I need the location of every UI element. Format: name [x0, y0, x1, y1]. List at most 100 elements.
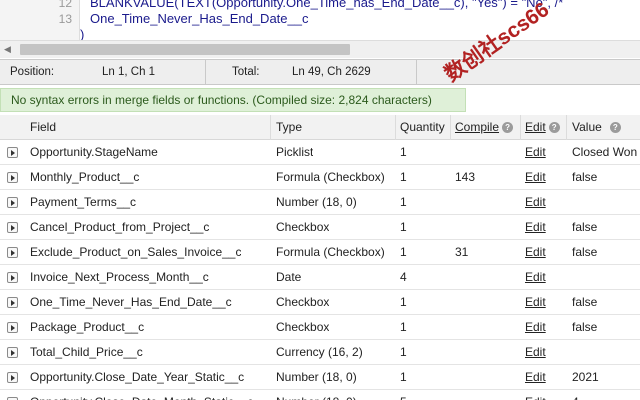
total-value: Ln 49, Ch 2629: [292, 66, 371, 78]
field-name-cell: Opportunity.StageName: [30, 145, 158, 159]
compile-size-cell: 31: [455, 245, 469, 259]
header-compile-label[interactable]: Compile: [455, 120, 499, 134]
compile-size-cell: 143: [455, 170, 476, 184]
position-value: Ln 1, Ch 1: [102, 66, 156, 78]
field-name-cell: Invoice_Next_Process_Month__c: [30, 270, 209, 284]
header-separator: [450, 115, 451, 140]
edit-link[interactable]: Edit: [525, 265, 546, 290]
table-row: One_Time_Never_Has_End_Date__c Checkbox 1 E…: [0, 290, 640, 315]
header-field[interactable]: Field: [30, 115, 56, 140]
field-type-cell: Formula (Checkbox): [276, 170, 385, 184]
header-value-label: Value: [572, 120, 602, 134]
field-name-cell: Total_Child_Price__c: [30, 345, 143, 359]
value-cell[interactable]: false: [572, 240, 597, 265]
header-separator: [395, 115, 396, 140]
edit-link[interactable]: Edit: [525, 215, 546, 240]
field-type-cell: Checkbox: [276, 220, 330, 234]
field-type-cell: Checkbox: [276, 295, 330, 309]
expand-row-icon[interactable]: [7, 372, 18, 383]
value-cell[interactable]: false: [572, 215, 597, 240]
header-separator: [520, 115, 521, 140]
quantity-cell: 4: [400, 270, 407, 284]
position-label: Position:: [10, 66, 55, 78]
table-row: Opportunity.Close_Date_Month_Static__c Nu…: [0, 390, 640, 400]
field-type-cell: Number (18, 0): [276, 370, 357, 384]
field-type-cell: Picklist: [276, 145, 314, 159]
header-edit[interactable]: Edit?: [525, 115, 560, 140]
value-cell[interactable]: false: [572, 165, 597, 190]
quantity-cell: 1: [400, 220, 407, 234]
header-type[interactable]: Type: [276, 115, 302, 140]
field-type-cell: Checkbox: [276, 320, 330, 334]
total-label: Total:: [232, 66, 260, 78]
edit-link[interactable]: Edit: [525, 390, 546, 400]
expand-row-icon[interactable]: [7, 172, 18, 183]
expand-row-icon[interactable]: [7, 197, 18, 208]
code-text[interactable]: One_Time_Never_Has_End_Date__c: [90, 12, 308, 26]
field-name-cell: Package_Product__c: [30, 320, 145, 334]
help-icon[interactable]: ?: [502, 122, 514, 133]
edit-link[interactable]: Edit: [525, 190, 546, 215]
table-body: Opportunity.StageName Picklist 1 Edit Closed…: [0, 140, 640, 400]
edit-link[interactable]: Edit: [525, 365, 546, 390]
quantity-cell: 1: [400, 145, 407, 159]
syntax-check-message: No syntax errors in merge fields or func…: [0, 88, 466, 112]
value-cell[interactable]: false: [572, 315, 597, 340]
header-separator: [566, 115, 567, 140]
value-cell[interactable]: false: [572, 290, 597, 315]
quantity-cell: 1: [400, 320, 407, 334]
edit-link[interactable]: Edit: [525, 315, 546, 340]
table-row: Total_Child_Price__c Currency (16, 2) 1 Edi…: [0, 340, 640, 365]
table-row: Package_Product__c Checkbox 1 Edit false: [0, 315, 640, 340]
table-row: Monthly_Product__c Formula (Checkbox) 1 143…: [0, 165, 640, 190]
table-row: Cancel_Product_from_Project__c Checkbox 1 E…: [0, 215, 640, 240]
field-name-cell: Exclude_Product_on_Sales_Invoice__c: [30, 245, 242, 259]
value-cell[interactable]: 2021: [572, 365, 599, 390]
scrollbar-thumb[interactable]: [20, 44, 350, 55]
table-row: Exclude_Product_on_Sales_Invoice__c Formu…: [0, 240, 640, 265]
editor-status-bar: Position: Ln 1, Ch 1 Total: Ln 49, Ch 26…: [0, 59, 640, 85]
table-header-row: Field Type Quantity Compile? Edit? Value…: [0, 115, 640, 140]
quantity-cell: 1: [400, 195, 407, 209]
quantity-cell: 5: [400, 390, 407, 400]
expand-row-icon[interactable]: [7, 347, 18, 358]
header-compile[interactable]: Compile?: [455, 115, 514, 140]
line-number: 12: [58, 0, 72, 10]
status-divider: [205, 60, 206, 84]
merge-fields-table: Field Type Quantity Compile? Edit? Value…: [0, 115, 640, 400]
value-cell[interactable]: Closed Won: [572, 140, 637, 165]
edit-link[interactable]: Edit: [525, 240, 546, 265]
edit-link[interactable]: Edit: [525, 290, 546, 315]
code-text[interactable]: ): [80, 28, 84, 41]
scroll-left-arrow-icon[interactable]: ◀: [4, 44, 11, 55]
code-text[interactable]: BLANKVALUE(TEXT(Opportunity.One_Time_has…: [90, 0, 563, 10]
expand-row-icon[interactable]: [7, 272, 18, 283]
quantity-cell: 1: [400, 295, 407, 309]
edit-link[interactable]: Edit: [525, 340, 546, 365]
field-type-cell: Currency (16, 2): [276, 345, 363, 359]
expand-row-icon[interactable]: [7, 322, 18, 333]
help-icon[interactable]: ?: [548, 122, 560, 133]
help-icon[interactable]: ?: [609, 122, 621, 133]
edit-link[interactable]: Edit: [525, 140, 546, 165]
expand-row-icon[interactable]: [7, 297, 18, 308]
status-divider: [416, 60, 417, 84]
quantity-cell: 1: [400, 370, 407, 384]
horizontal-scrollbar[interactable]: ◀: [0, 40, 640, 58]
expand-row-icon[interactable]: [7, 147, 18, 158]
header-value: Value?: [572, 115, 621, 140]
field-type-cell: Number (18, 0): [276, 195, 357, 209]
field-name-cell: Opportunity.Close_Date_Year_Static__c: [30, 370, 245, 384]
field-type-cell: Number (18, 0): [276, 390, 357, 400]
edit-link[interactable]: Edit: [525, 165, 546, 190]
line-number: 13: [58, 12, 72, 26]
header-separator: [270, 115, 271, 140]
table-row: Opportunity.Close_Date_Year_Static__c Num…: [0, 365, 640, 390]
field-name-cell: Monthly_Product__c: [30, 170, 140, 184]
expand-row-icon[interactable]: [7, 247, 18, 258]
header-edit-label[interactable]: Edit: [525, 120, 546, 134]
header-quantity[interactable]: Quantity: [400, 115, 445, 140]
expand-row-icon[interactable]: [7, 222, 18, 233]
value-cell[interactable]: 4: [572, 390, 579, 400]
table-row: Opportunity.StageName Picklist 1 Edit Closed…: [0, 140, 640, 165]
